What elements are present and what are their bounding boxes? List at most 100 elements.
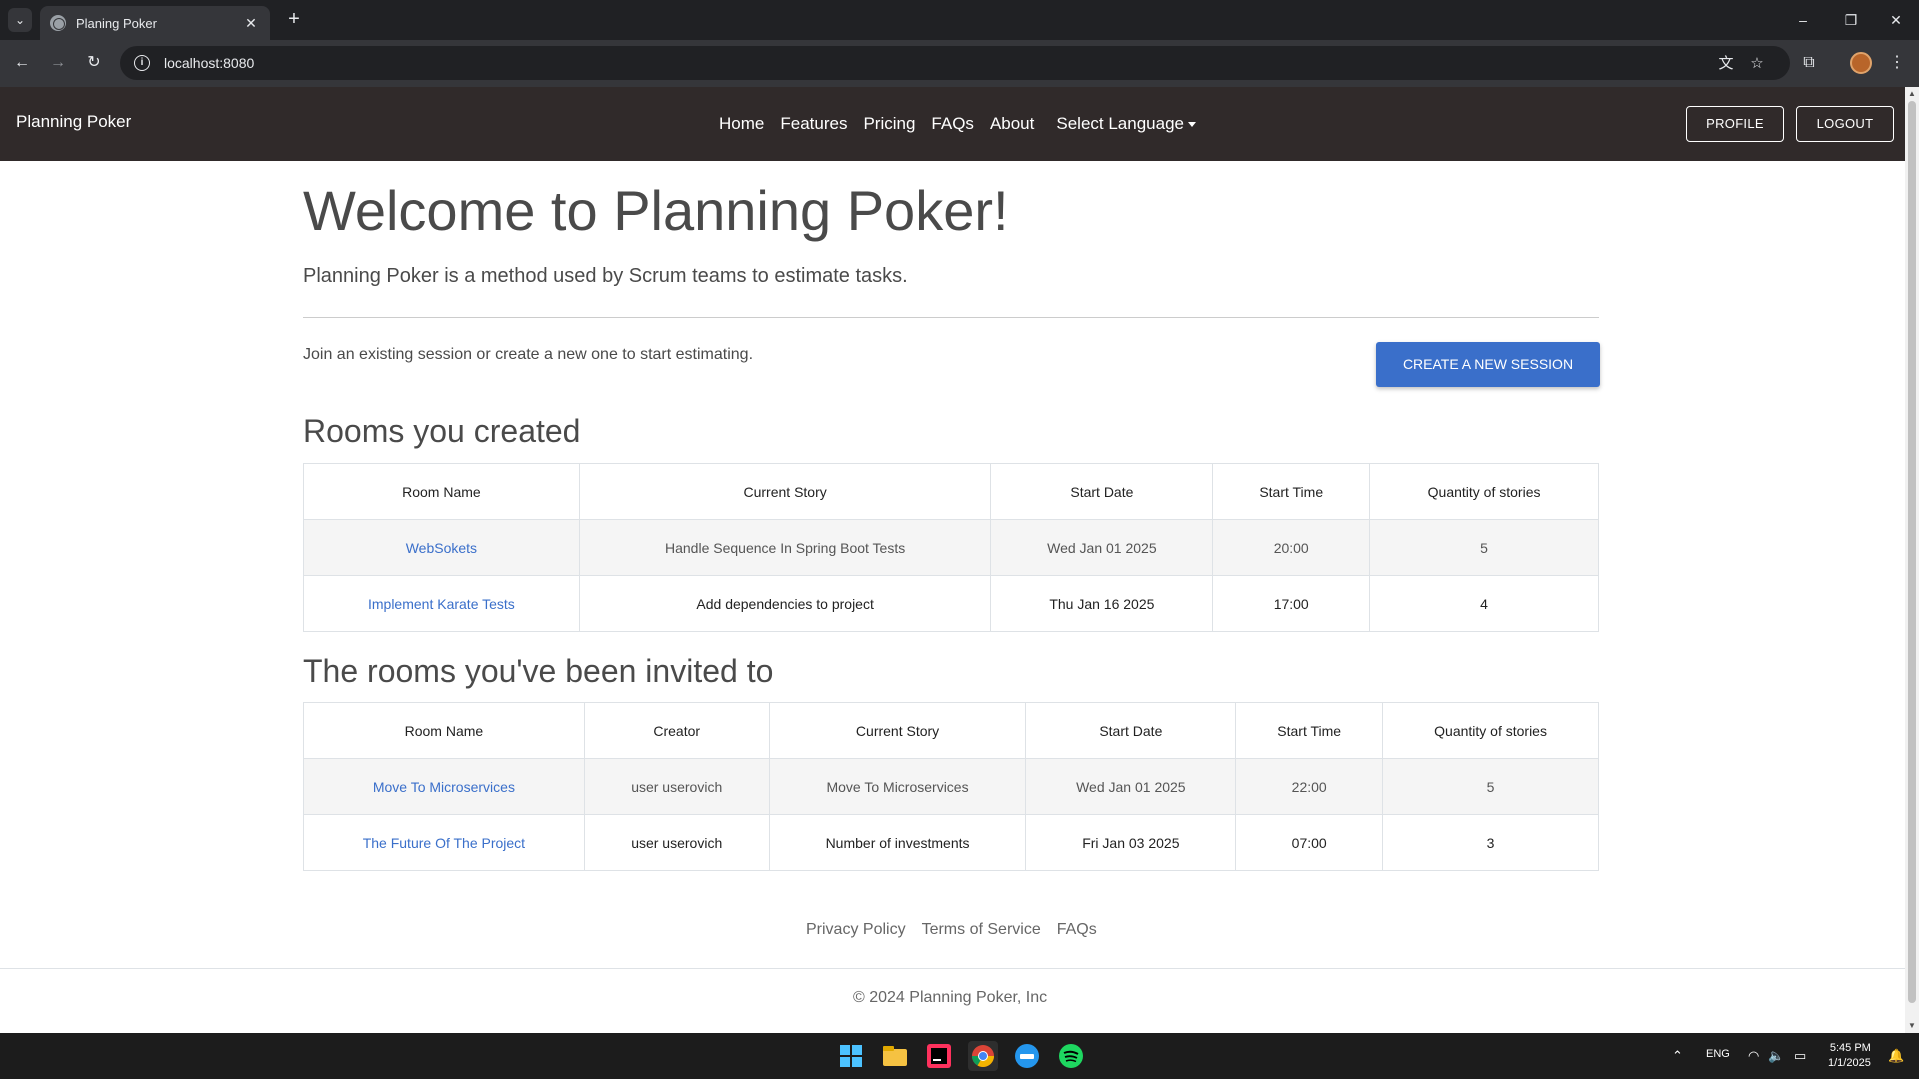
created-rooms-table: Room Name Current Story Start Date Start… <box>303 463 1599 632</box>
docker-icon[interactable] <box>1012 1041 1042 1071</box>
table-header-row: Room Name Current Story Start Date Start… <box>303 463 1599 520</box>
os-taskbar: ⌃ ENG ◠ 🔈 ▭ 5:45 PM 1/1/2025 🔔 <box>0 1033 1919 1079</box>
profile-button[interactable]: PROFILE <box>1686 106 1784 142</box>
room-name-cell: WebSokets <box>303 519 580 576</box>
column-header: Start Date <box>1025 702 1237 759</box>
create-session-button[interactable]: CREATE A NEW SESSION <box>1376 342 1600 387</box>
browser-toolbar: ← → ↻ i localhost:8080 文 ☆ ⧉ ⋮ <box>0 40 1919 87</box>
table-row: Implement Karate Tests Add dependencies … <box>303 575 1599 632</box>
story-count-cell: 4 <box>1369 575 1599 632</box>
footer-links: Privacy Policy Terms of Service FAQs <box>806 921 1113 939</box>
column-header: Start Time <box>1235 702 1384 759</box>
intellij-icon[interactable] <box>924 1041 954 1071</box>
address-bar[interactable]: i localhost:8080 文 ☆ <box>120 46 1790 80</box>
invited-rooms-heading: The rooms you've been invited to <box>303 653 774 689</box>
column-header: Start Time <box>1212 463 1371 520</box>
current-story-cell: Add dependencies to project <box>578 575 992 632</box>
table-row: The Future Of The Project user userovich… <box>303 814 1599 871</box>
room-name-cell: Move To Microservices <box>303 758 585 815</box>
current-story-cell: Number of investments <box>768 814 1027 871</box>
system-clock[interactable]: 5:45 PM 1/1/2025 <box>1828 1041 1871 1071</box>
page-scrollbar[interactable]: ▲ ▼ <box>1905 87 1919 1033</box>
current-story-cell: Move To Microservices <box>768 758 1027 815</box>
invited-rooms-table: Room Name Creator Current Story Start Da… <box>303 702 1599 871</box>
start-time-cell: 22:00 <box>1235 758 1384 815</box>
creator-cell: user userovich <box>583 814 770 871</box>
spotify-icon[interactable] <box>1056 1041 1086 1071</box>
windows-start-icon[interactable] <box>836 1041 866 1071</box>
room-link[interactable]: Move To Microservices <box>373 779 515 795</box>
column-header: Current Story <box>578 463 992 520</box>
start-date-cell: Thu Jan 16 2025 <box>990 575 1214 632</box>
start-date-cell: Wed Jan 01 2025 <box>1025 758 1237 815</box>
url-text: localhost:8080 <box>164 55 255 71</box>
scrollbar-thumb[interactable] <box>1908 101 1916 1003</box>
column-header: Room Name <box>303 702 585 759</box>
scroll-down-arrow-icon[interactable]: ▼ <box>1905 1019 1919 1033</box>
room-link[interactable]: Implement Karate Tests <box>368 596 515 612</box>
nav-link-home[interactable]: Home <box>719 114 764 134</box>
page-title: Welcome to Planning Poker! <box>303 179 1009 242</box>
nav-link-features[interactable]: Features <box>780 114 847 134</box>
window-close-icon[interactable]: ✕ <box>1873 8 1919 32</box>
column-header: Start Date <box>990 463 1214 520</box>
table-row: Move To Microservices user userovich Mov… <box>303 758 1599 815</box>
translate-icon[interactable]: 文 <box>1717 55 1735 73</box>
story-count-cell: 5 <box>1382 758 1599 815</box>
divider <box>303 317 1599 318</box>
back-arrow-icon[interactable]: ← <box>10 51 34 75</box>
nav-link-pricing[interactable]: Pricing <box>863 114 915 134</box>
start-time-cell: 20:00 <box>1212 519 1371 576</box>
navbar-brand[interactable]: Planning Poker <box>16 112 131 132</box>
kebab-menu-icon[interactable]: ⋮ <box>1886 52 1908 74</box>
clock-date: 1/1/2025 <box>1828 1057 1871 1069</box>
forward-arrow-icon[interactable]: → <box>46 51 70 75</box>
copyright: © 2024 Planning Poker, Inc <box>853 989 1048 1006</box>
column-header: Creator <box>583 702 770 759</box>
column-header: Room Name <box>303 463 580 520</box>
language-dropdown[interactable]: Select Language <box>1056 114 1196 134</box>
start-date-cell: Fri Jan 03 2025 <box>1025 814 1237 871</box>
room-link[interactable]: WebSokets <box>406 540 477 556</box>
profile-avatar[interactable] <box>1850 52 1872 74</box>
room-name-cell: Implement Karate Tests <box>303 575 580 632</box>
input-language[interactable]: ENG <box>1706 1048 1730 1060</box>
battery-icon[interactable]: ▭ <box>1794 1048 1806 1064</box>
tab-search-chevron-icon[interactable]: ⌄ <box>8 8 32 32</box>
start-time-cell: 07:00 <box>1235 814 1384 871</box>
table-row: WebSokets Handle Sequence In Spring Boot… <box>303 519 1599 576</box>
volume-icon[interactable]: 🔈 <box>1768 1048 1784 1064</box>
nav-links: Home Features Pricing FAQs About Select … <box>719 114 1196 134</box>
notification-bell-icon[interactable]: 🔔 <box>1888 1048 1904 1064</box>
footer-link-terms[interactable]: Terms of Service <box>922 921 1041 939</box>
browser-tab[interactable]: Planing Poker ✕ <box>40 6 270 40</box>
new-tab-plus-icon[interactable]: + <box>282 8 306 32</box>
join-text: Join an existing session or create a new… <box>303 346 754 363</box>
footer-link-privacy[interactable]: Privacy Policy <box>806 921 906 939</box>
room-link[interactable]: The Future Of The Project <box>363 835 525 851</box>
nav-link-faqs[interactable]: FAQs <box>931 114 974 134</box>
story-count-cell: 3 <box>1382 814 1599 871</box>
site-info-icon[interactable]: i <box>134 55 150 71</box>
scroll-up-arrow-icon[interactable]: ▲ <box>1905 87 1919 101</box>
tab-title: Planing Poker <box>76 15 157 31</box>
extensions-puzzle-icon[interactable]: ⧉ <box>1798 52 1820 74</box>
restore-icon[interactable]: ❐ <box>1828 8 1874 32</box>
table-header-row: Room Name Creator Current Story Start Da… <box>303 702 1599 759</box>
footer-link-faqs[interactable]: FAQs <box>1057 921 1097 939</box>
column-header: Quantity of stories <box>1369 463 1599 520</box>
minimize-icon[interactable]: – <box>1780 8 1826 32</box>
story-count-cell: 5 <box>1369 519 1599 576</box>
site-navbar: Planning Poker Home Features Pricing FAQ… <box>0 87 1905 161</box>
page-lead: Planning Poker is a method used by Scrum… <box>303 265 908 287</box>
tray-chevron-up-icon[interactable]: ⌃ <box>1672 1048 1683 1064</box>
close-icon[interactable]: ✕ <box>242 15 260 32</box>
file-explorer-icon[interactable] <box>880 1041 910 1071</box>
chrome-icon[interactable] <box>968 1041 998 1071</box>
bookmark-star-icon[interactable]: ☆ <box>1748 55 1766 73</box>
reload-icon[interactable]: ↻ <box>82 51 106 75</box>
nav-link-about[interactable]: About <box>990 114 1034 134</box>
wifi-icon[interactable]: ◠ <box>1748 1048 1759 1064</box>
caret-down-icon <box>1187 122 1196 128</box>
logout-button[interactable]: LOGOUT <box>1796 106 1894 142</box>
